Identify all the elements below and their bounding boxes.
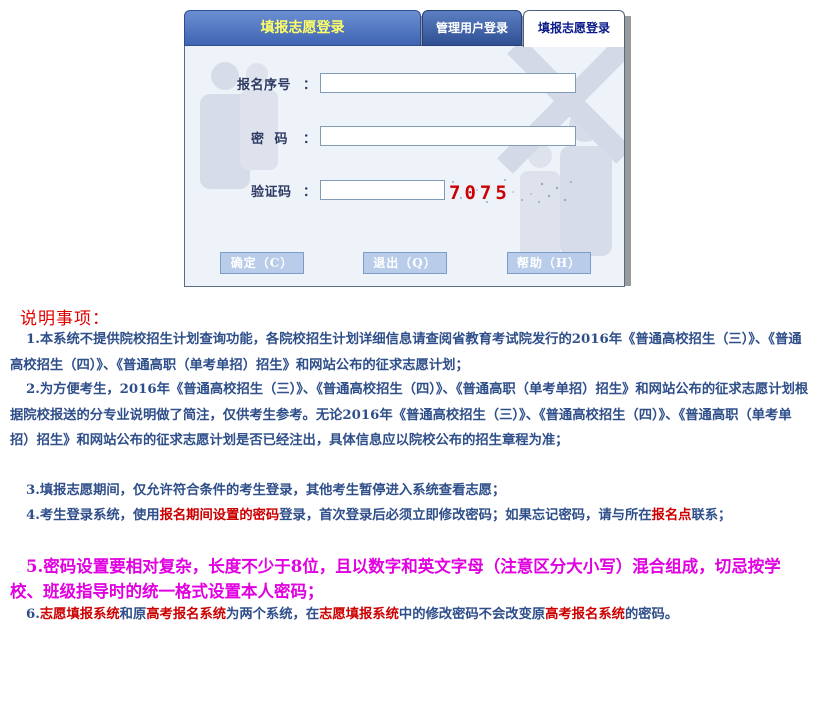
captcha-text: 7075 xyxy=(449,182,511,204)
password-colon: ： xyxy=(303,132,317,147)
instruction-1: 1.本系统不提供院校招生计划查询功能，各院校招生计划详细信息请查阅省教育考试院发… xyxy=(10,332,802,373)
instruction-6-text: 的密码。 xyxy=(624,607,679,622)
exit-button[interactable]: 退出（Q） xyxy=(363,252,447,274)
instruction-6-text: 和原 xyxy=(119,607,147,622)
instruction-4-text: 登录，首次登录后必须立即修改密码；如果忘记密码，请与所在 xyxy=(279,508,652,523)
login-panel: 报名序号 ： 密 码 ： 验证码 ： 7075 确定（C） 退出（Q） 帮助（H… xyxy=(184,10,631,287)
reg-no-input[interactable] xyxy=(320,73,576,93)
highlight-registration-point: 报名点 xyxy=(651,508,692,523)
captcha-input[interactable] xyxy=(320,180,445,200)
captcha-colon: ： xyxy=(303,185,317,200)
password-label: 密 码 xyxy=(251,132,289,147)
instruction-3: 3.填报志愿期间，仅允许符合条件的考生登录，其他考生暂停进入系统查看志愿； xyxy=(26,483,506,498)
instruction-4-text: 4.考生登录系统，使用 xyxy=(26,508,160,523)
reg-no-colon: ： xyxy=(303,78,317,93)
captcha-image[interactable]: 7075 xyxy=(447,176,575,206)
instruction-6-text: 中的修改密码不会改变原 xyxy=(398,607,546,622)
login-form: 报名序号 ： 密 码 ： 验证码 ： 7075 确定（C） 退出（Q） 帮助（H… xyxy=(184,45,625,287)
tab-fill-volunteer-login-header: 填报志愿登录 xyxy=(184,10,421,46)
highlight-volunteer-system: 志愿填报系统 xyxy=(39,607,120,622)
highlight-volunteer-system: 志愿填报系统 xyxy=(319,607,399,622)
instruction-6-text: 6. xyxy=(26,607,40,622)
help-button[interactable]: 帮助（H） xyxy=(507,252,591,274)
instruction-2: 2.为方便考生，2016年《普通高校招生（三）》、《普通高校招生（四）》、《普通… xyxy=(10,382,809,448)
instruction-4: 4.考生登录系统，使用报名期间设置的密码登录，首次登录后必须立即修改密码；如果忘… xyxy=(10,503,810,529)
instruction-6-text: 为两个系统，在 xyxy=(226,607,320,622)
instruction-5: 5.密码设置要相对复杂，长度不少于8位，且以数字和英文字母（注意区分大小写）混合… xyxy=(10,557,781,601)
confirm-button[interactable]: 确定（C） xyxy=(220,252,304,274)
instruction-6: 6.志愿填报系统和原高考报名系统为两个系统，在志愿填报系统中的修改密码不会改变原… xyxy=(10,602,810,628)
instruction-4-text: 联系； xyxy=(691,508,732,523)
highlight-exam-system: 高考报名系统 xyxy=(545,607,625,622)
highlight-registration-password: 报名期间设置的密码 xyxy=(159,508,280,523)
highlight-exam-system: 高考报名系统 xyxy=(146,607,227,622)
instructions-title: 说明事项： xyxy=(20,309,110,329)
captcha-label: 验证码 xyxy=(251,185,292,200)
tab-fill-volunteer-login[interactable]: 填报志愿登录 xyxy=(523,10,625,47)
password-input[interactable] xyxy=(320,126,576,146)
reg-no-label: 报名序号 xyxy=(237,78,292,93)
tab-admin-login[interactable]: 管理用户登录 xyxy=(422,10,522,46)
